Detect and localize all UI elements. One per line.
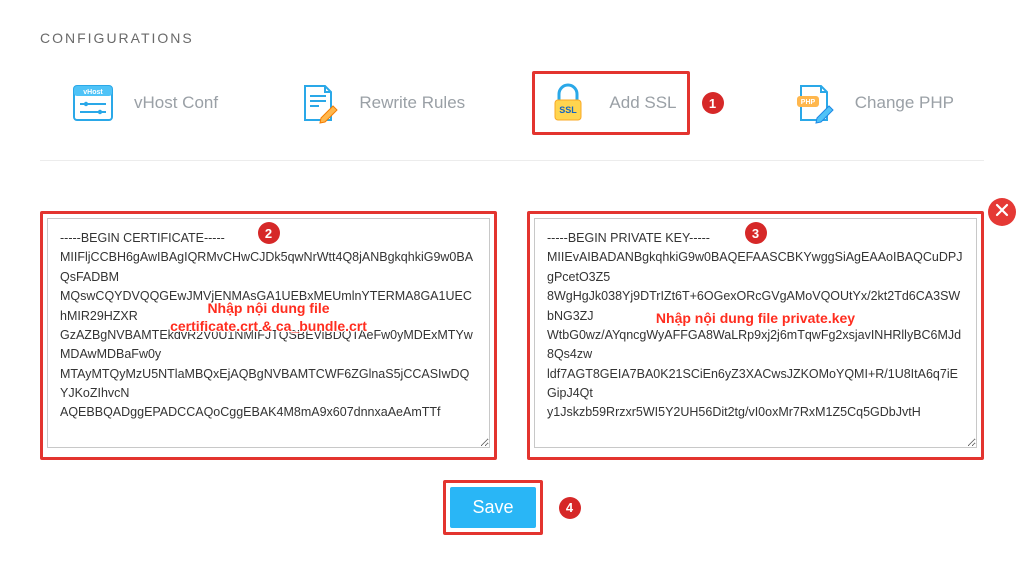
ssl-lock-icon: SSL bbox=[545, 80, 591, 126]
save-button[interactable]: Save bbox=[450, 487, 535, 528]
close-icon bbox=[995, 203, 1009, 222]
step-marker-1: 1 bbox=[702, 92, 724, 114]
certificate-textarea[interactable] bbox=[47, 218, 490, 448]
save-row: Save 4 bbox=[40, 480, 984, 535]
config-tabs: vHost vHost Conf Rewrite Rules bbox=[40, 71, 984, 161]
step-marker-3: 3 bbox=[745, 222, 767, 244]
certificate-field-wrap: 2 Nhập nội dung file certificate.crt & c… bbox=[40, 211, 497, 460]
svg-text:vHost: vHost bbox=[83, 89, 103, 96]
tab-rewrite-label: Rewrite Rules bbox=[359, 93, 465, 113]
tab-vhost-conf[interactable]: vHost vHost Conf bbox=[60, 74, 228, 132]
document-edit-icon bbox=[295, 80, 341, 126]
tab-ssl-label: Add SSL bbox=[609, 93, 676, 113]
svg-text:PHP: PHP bbox=[801, 99, 816, 106]
tab-vhost-label: vHost Conf bbox=[134, 93, 218, 113]
private-key-field-wrap: 3 Nhập nội dung file private.key bbox=[527, 211, 984, 460]
close-button[interactable] bbox=[988, 198, 1016, 226]
page-title: CONFIGURATIONS bbox=[40, 30, 984, 46]
step-marker-4: 4 bbox=[559, 497, 581, 519]
php-document-icon: PHP bbox=[791, 80, 837, 126]
tab-php-label: Change PHP bbox=[855, 93, 954, 113]
svg-text:SSL: SSL bbox=[560, 105, 578, 115]
ssl-fields: 2 Nhập nội dung file certificate.crt & c… bbox=[40, 211, 984, 460]
tab-add-ssl[interactable]: SSL Add SSL bbox=[532, 71, 689, 135]
vhost-icon: vHost bbox=[70, 80, 116, 126]
step-marker-2: 2 bbox=[258, 222, 280, 244]
tab-rewrite-rules[interactable]: Rewrite Rules bbox=[285, 74, 475, 132]
tab-change-php[interactable]: PHP Change PHP bbox=[781, 74, 964, 132]
private-key-textarea[interactable] bbox=[534, 218, 977, 448]
save-highlight-box: Save bbox=[443, 480, 542, 535]
